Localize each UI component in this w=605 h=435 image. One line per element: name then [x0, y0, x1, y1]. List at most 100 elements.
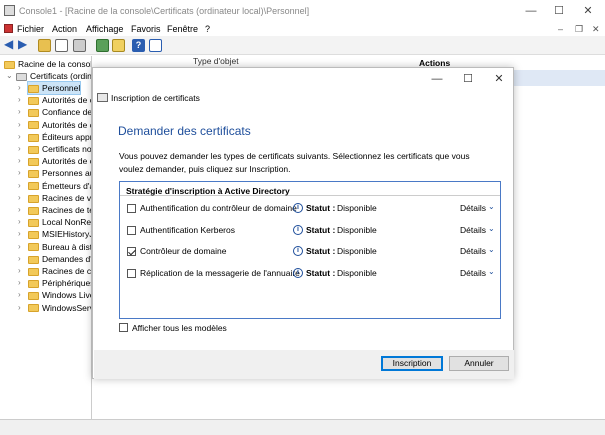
minimize-button[interactable]: — — [516, 4, 546, 18]
folder-icon — [28, 279, 39, 288]
certificate-checkbox[interactable] — [127, 225, 136, 235]
menu-action[interactable]: Action — [52, 24, 77, 34]
expand-chevron-icon[interactable]: › — [18, 228, 21, 240]
expand-chevron-icon[interactable]: › — [18, 106, 21, 118]
expand-chevron-icon[interactable]: › — [18, 216, 21, 228]
tree-item[interactable]: › Confiance de — [18, 106, 92, 118]
policy-header: Stratégie d'inscription à Active Directo… — [120, 182, 500, 196]
chevron-down-icon[interactable]: ⌄ — [488, 245, 495, 254]
certificate-row[interactable]: Authentification du contrôleur de domain… — [120, 202, 500, 216]
menu-fenetre[interactable]: Fenêtre — [167, 24, 198, 34]
export-icon[interactable] — [112, 39, 125, 52]
child-minimize-icon[interactable]: – — [558, 24, 563, 34]
dialog-minimize-button[interactable]: — — [423, 72, 451, 86]
dialog-close-button[interactable]: ✕ — [485, 72, 513, 86]
expand-chevron-icon[interactable]: › — [18, 204, 21, 216]
certificate-checkbox[interactable] — [127, 247, 136, 256]
tree-item[interactable]: › MSIEHistoryJc — [18, 228, 91, 240]
expand-chevron-icon[interactable]: › — [18, 253, 21, 265]
refresh-icon[interactable] — [96, 39, 109, 52]
expand-chevron-icon[interactable]: › — [18, 302, 21, 314]
chevron-down-icon[interactable]: ⌄ — [488, 202, 495, 211]
expand-chevron-icon[interactable]: › — [18, 143, 21, 155]
tree-item[interactable]: › Demandes d'i — [18, 253, 91, 265]
enroll-button[interactable]: Inscription — [381, 356, 443, 371]
expand-chevron-icon[interactable]: › — [18, 192, 21, 204]
status-value: Disponible — [337, 224, 377, 235]
certificate-row[interactable]: Authentification Kerberos i Statut : Dispon… — [120, 224, 500, 238]
tree-item[interactable]: › WindowsServ — [18, 302, 91, 314]
close-button[interactable]: ✕ — [573, 4, 603, 18]
child-restore-icon[interactable]: ❐ — [575, 24, 583, 35]
tree-root[interactable]: Racine de la console — [4, 58, 91, 70]
expand-chevron-icon[interactable]: › — [18, 131, 21, 143]
certificate-row[interactable]: Contrôleur de domaine i Statut : Disponible… — [120, 245, 500, 259]
chevron-down-icon[interactable]: ⌄ — [488, 267, 495, 276]
expand-chevron-icon[interactable]: › — [18, 265, 21, 277]
back-arrow-icon[interactable]: ◀ — [4, 38, 17, 52]
dialog-maximize-button[interactable]: ☐ — [454, 72, 482, 86]
details-link[interactable]: Détails — [460, 203, 486, 213]
delete-icon[interactable] — [73, 39, 86, 52]
tree-item[interactable]: › Local NonRer — [18, 216, 91, 228]
tree-item[interactable]: › Autorités de c — [18, 155, 92, 167]
expand-chevron-icon[interactable]: › — [18, 289, 21, 301]
tree-item-personnel[interactable]: › Personnel — [18, 81, 82, 95]
menu-help[interactable]: ? — [205, 24, 210, 34]
forward-arrow-icon[interactable]: ▶ — [18, 38, 31, 52]
console-icon — [4, 24, 13, 33]
tree-item[interactable]: › Bureau à dista — [18, 241, 91, 253]
up-folder-icon[interactable] — [38, 39, 51, 52]
child-close-icon[interactable]: ✕ — [592, 24, 600, 35]
tree-item[interactable]: › Racines de tes — [18, 204, 91, 216]
dialog-footer: Inscription Annuler — [94, 350, 514, 379]
tree-item[interactable]: › Racines de co — [18, 265, 91, 277]
properties-icon[interactable] — [149, 39, 162, 52]
maximize-button[interactable]: ☐ — [544, 4, 574, 18]
folder-icon — [28, 157, 39, 166]
help-icon[interactable]: ? — [132, 39, 145, 52]
tree-item[interactable]: › Racines de ve — [18, 192, 91, 204]
tree-item-label: Certificats no — [42, 144, 92, 154]
expand-chevron-icon[interactable]: › — [18, 119, 21, 131]
collapse-chevron-icon[interactable]: ⌄ — [6, 70, 13, 82]
expand-chevron-icon[interactable]: › — [18, 277, 21, 289]
tree-certificats[interactable]: ⌄ Certificats (ordina — [6, 70, 91, 82]
certificate-checkbox[interactable] — [127, 204, 136, 213]
tree-item-label: Confiance de — [42, 107, 92, 118]
tree-item[interactable]: › Autorités de c — [18, 119, 91, 131]
expand-chevron-icon[interactable]: › — [18, 180, 21, 192]
tree-item[interactable]: › Périphériques — [18, 277, 91, 289]
tree-item[interactable]: › Certificats no — [18, 143, 92, 155]
certificate-name: Authentification du contrôleur de domain… — [140, 203, 297, 213]
dialog-title: Inscription de certificats — [111, 93, 200, 103]
show-all-checkbox[interactable] — [119, 323, 128, 332]
tree-item[interactable]: › Autorités de c — [18, 94, 91, 106]
menu-affichage[interactable]: Affichage — [86, 24, 123, 34]
menu-favoris[interactable]: Favoris — [131, 24, 161, 34]
expand-chevron-icon[interactable]: › — [18, 82, 21, 94]
expand-chevron-icon[interactable]: › — [18, 155, 21, 167]
menu-fichier[interactable]: Fichier — [17, 24, 44, 34]
certificate-checkbox[interactable] — [127, 268, 136, 278]
show-hide-tree-icon[interactable] — [55, 39, 68, 52]
tree-item[interactable]: › Émetteurs d'a — [18, 180, 91, 192]
certificate-row[interactable]: Réplication de la messagerie de l'annuai… — [120, 267, 500, 281]
folder-icon — [28, 231, 39, 240]
expand-chevron-icon[interactable]: › — [18, 94, 21, 106]
tree-item[interactable]: › Personnes au — [18, 167, 91, 179]
tree-item[interactable]: › Éditeurs appr — [18, 131, 91, 143]
details-link[interactable]: Détails — [460, 246, 486, 256]
expand-chevron-icon[interactable]: › — [18, 167, 21, 179]
chevron-down-icon[interactable]: ⌄ — [488, 224, 495, 233]
enroll-dialog: — ☐ ✕ Inscription de certificats Demande… — [92, 67, 514, 379]
details-link[interactable]: Détails — [460, 225, 486, 235]
details-link[interactable]: Détails — [460, 268, 486, 278]
cancel-button[interactable]: Annuler — [449, 356, 509, 371]
tree-item-label: Autorités de c — [42, 156, 92, 167]
folder-icon — [28, 121, 39, 130]
certificate-name: Réplication de la messagerie de l'annuai… — [140, 267, 300, 278]
expand-chevron-icon[interactable]: › — [18, 241, 21, 253]
tree-item[interactable]: › Windows Live — [18, 289, 91, 301]
tree-item-label: Racines de tes — [42, 205, 91, 215]
